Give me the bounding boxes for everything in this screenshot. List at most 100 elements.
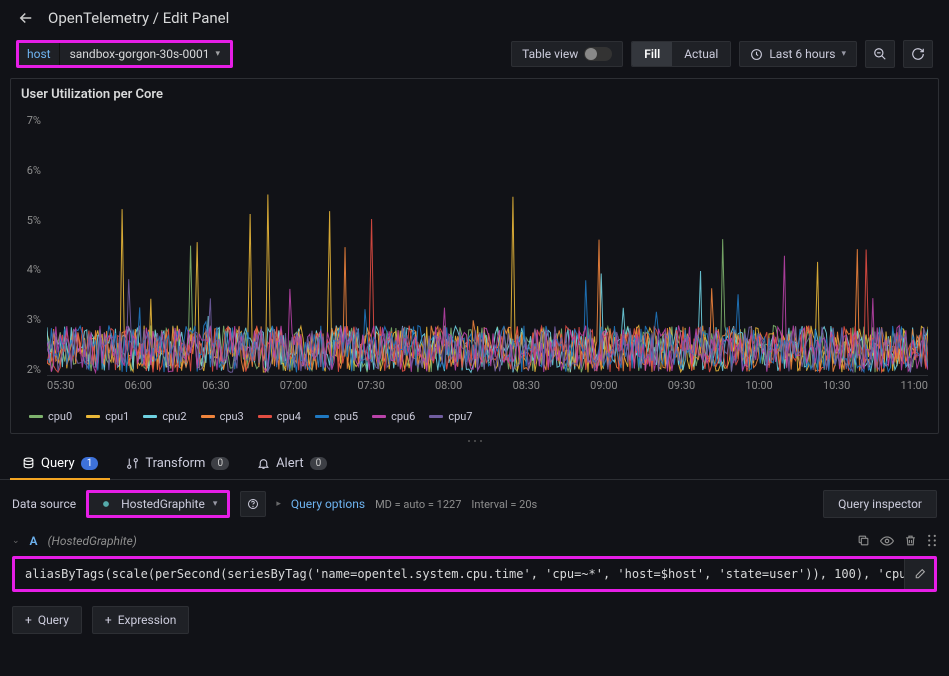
chevron-right-icon[interactable]: ▸ bbox=[276, 499, 281, 509]
chevron-down-icon: ▾ bbox=[841, 49, 846, 59]
x-tick: 10:30 bbox=[823, 379, 850, 392]
legend-label: cpu4 bbox=[277, 410, 301, 423]
y-axis: 7% 6% 5% 4% 3% 2% bbox=[11, 114, 45, 376]
chart-panel: User Utilization per Core 7% 6% 5% 4% 3% 2% 0… bbox=[10, 78, 939, 434]
legend-label: cpu5 bbox=[334, 410, 358, 423]
legend-label: cpu6 bbox=[391, 410, 415, 423]
query-count-badge: 1 bbox=[81, 457, 99, 470]
legend-swatch bbox=[315, 415, 329, 418]
chevron-down-icon: ▾ bbox=[215, 49, 220, 59]
legend-swatch bbox=[29, 415, 43, 418]
host-variable-label: host bbox=[19, 43, 59, 65]
transform-count-badge: 0 bbox=[211, 457, 229, 470]
x-tick: 05:30 bbox=[47, 379, 74, 392]
legend-item[interactable]: cpu4 bbox=[258, 410, 301, 423]
x-axis: 05:30 06:00 06:30 07:00 07:30 08:00 08:30 09:00… bbox=[47, 379, 928, 392]
y-tick: 6% bbox=[11, 164, 41, 177]
database-icon bbox=[22, 457, 35, 470]
legend-label: cpu1 bbox=[105, 410, 129, 423]
y-tick: 4% bbox=[11, 263, 41, 276]
x-tick: 11:00 bbox=[901, 379, 928, 392]
chart-title: User Utilization per Core bbox=[11, 79, 938, 106]
x-tick: 10:00 bbox=[745, 379, 772, 392]
tab-transform[interactable]: Transform 0 bbox=[114, 448, 241, 479]
legend-item[interactable]: cpu6 bbox=[372, 410, 415, 423]
legend-item[interactable]: cpu1 bbox=[86, 410, 129, 423]
legend-item[interactable]: cpu2 bbox=[143, 410, 186, 423]
chart-legend: cpu0 cpu1 cpu2 cpu3 cpu4 cpu5 cpu6 cpu7 bbox=[11, 406, 938, 433]
chevron-down-icon: ▾ bbox=[213, 499, 218, 509]
x-tick: 09:00 bbox=[590, 379, 617, 392]
y-tick: 3% bbox=[11, 313, 41, 326]
x-tick: 08:00 bbox=[435, 379, 462, 392]
y-tick: 2% bbox=[11, 363, 41, 376]
y-tick: 7% bbox=[11, 114, 41, 127]
x-tick: 07:00 bbox=[280, 379, 307, 392]
datasource-label: Data source bbox=[12, 497, 76, 511]
x-tick: 08:30 bbox=[513, 379, 540, 392]
panel-resize-handle[interactable] bbox=[0, 434, 949, 448]
query-options-link[interactable]: Query options bbox=[291, 497, 365, 511]
tab-alert[interactable]: Alert 0 bbox=[245, 448, 339, 479]
interval-info: Interval = 20s bbox=[471, 498, 537, 511]
datasource-help-button[interactable] bbox=[240, 491, 266, 517]
time-range-picker[interactable]: Last 6 hours ▾ bbox=[739, 41, 857, 67]
tab-query[interactable]: Query 1 bbox=[10, 448, 110, 479]
chart-area[interactable]: 7% 6% 5% 4% 3% 2% 05:30 06:00 06:30 07:00 07:30 08… bbox=[11, 106, 938, 406]
chart-plot[interactable] bbox=[47, 114, 928, 376]
x-tick: 09:30 bbox=[668, 379, 695, 392]
duplicate-query-icon[interactable] bbox=[857, 534, 870, 548]
legend-label: cpu2 bbox=[162, 410, 186, 423]
refresh-button[interactable] bbox=[903, 40, 933, 68]
datasource-icon bbox=[99, 497, 113, 511]
legend-item[interactable]: cpu5 bbox=[315, 410, 358, 423]
query-datasource-name: (HostedGraphite) bbox=[48, 534, 137, 548]
legend-label: cpu0 bbox=[48, 410, 72, 423]
bell-icon bbox=[257, 457, 270, 470]
x-tick: 06:30 bbox=[202, 379, 229, 392]
legend-item[interactable]: cpu7 bbox=[429, 410, 472, 423]
x-tick: 06:00 bbox=[125, 379, 152, 392]
md-info: MD = auto = 1227 bbox=[375, 498, 461, 511]
delete-query-icon[interactable] bbox=[904, 534, 917, 548]
back-button[interactable] bbox=[16, 8, 36, 28]
datasource-selector[interactable]: HostedGraphite ▾ bbox=[86, 490, 230, 518]
query-expression-text[interactable]: aliasByTags(scale(perSecond(seriesByTag(… bbox=[15, 559, 904, 589]
clock-icon bbox=[750, 48, 763, 61]
legend-swatch bbox=[201, 415, 215, 418]
plus-icon: + bbox=[25, 613, 32, 627]
legend-label: cpu3 bbox=[220, 410, 244, 423]
toggle-visibility-icon[interactable] bbox=[880, 534, 894, 548]
legend-swatch bbox=[429, 415, 443, 418]
legend-swatch bbox=[258, 415, 272, 418]
edit-query-button[interactable] bbox=[904, 559, 934, 589]
query-expression-input[interactable]: aliasByTags(scale(perSecond(seriesByTag(… bbox=[12, 556, 937, 592]
drag-handle-icon[interactable] bbox=[927, 534, 937, 548]
x-tick: 07:30 bbox=[357, 379, 384, 392]
alert-count-badge: 0 bbox=[310, 457, 328, 470]
fill-actual-switch[interactable]: Fill Actual bbox=[631, 41, 731, 67]
plus-icon: + bbox=[105, 613, 112, 627]
add-expression-button[interactable]: + Expression bbox=[92, 606, 189, 634]
query-ref-letter[interactable]: A bbox=[30, 534, 38, 548]
legend-swatch bbox=[143, 415, 157, 418]
legend-label: cpu7 bbox=[448, 410, 472, 423]
transform-icon bbox=[126, 457, 139, 470]
chevron-down-icon[interactable]: ⌄ bbox=[12, 536, 20, 546]
legend-swatch bbox=[372, 415, 386, 418]
page-title: OpenTelemetry / Edit Panel bbox=[48, 9, 229, 27]
add-query-button[interactable]: + Query bbox=[12, 606, 82, 634]
y-tick: 5% bbox=[11, 214, 41, 227]
zoom-out-button[interactable] bbox=[865, 40, 895, 68]
toggle-icon bbox=[584, 47, 612, 61]
fill-option[interactable]: Fill bbox=[632, 42, 672, 66]
actual-option[interactable]: Actual bbox=[672, 42, 730, 66]
table-view-toggle[interactable]: Table view bbox=[511, 41, 623, 67]
host-variable-value[interactable]: sandbox-gorgon-30s-0001 ▾ bbox=[59, 43, 230, 65]
query-inspector-button[interactable]: Query inspector bbox=[823, 490, 937, 518]
legend-swatch bbox=[86, 415, 100, 418]
editor-tabs: Query 1 Transform 0 Alert 0 bbox=[0, 448, 949, 480]
legend-item[interactable]: cpu3 bbox=[201, 410, 244, 423]
legend-item[interactable]: cpu0 bbox=[29, 410, 72, 423]
host-variable-selector[interactable]: host sandbox-gorgon-30s-0001 ▾ bbox=[16, 40, 233, 68]
